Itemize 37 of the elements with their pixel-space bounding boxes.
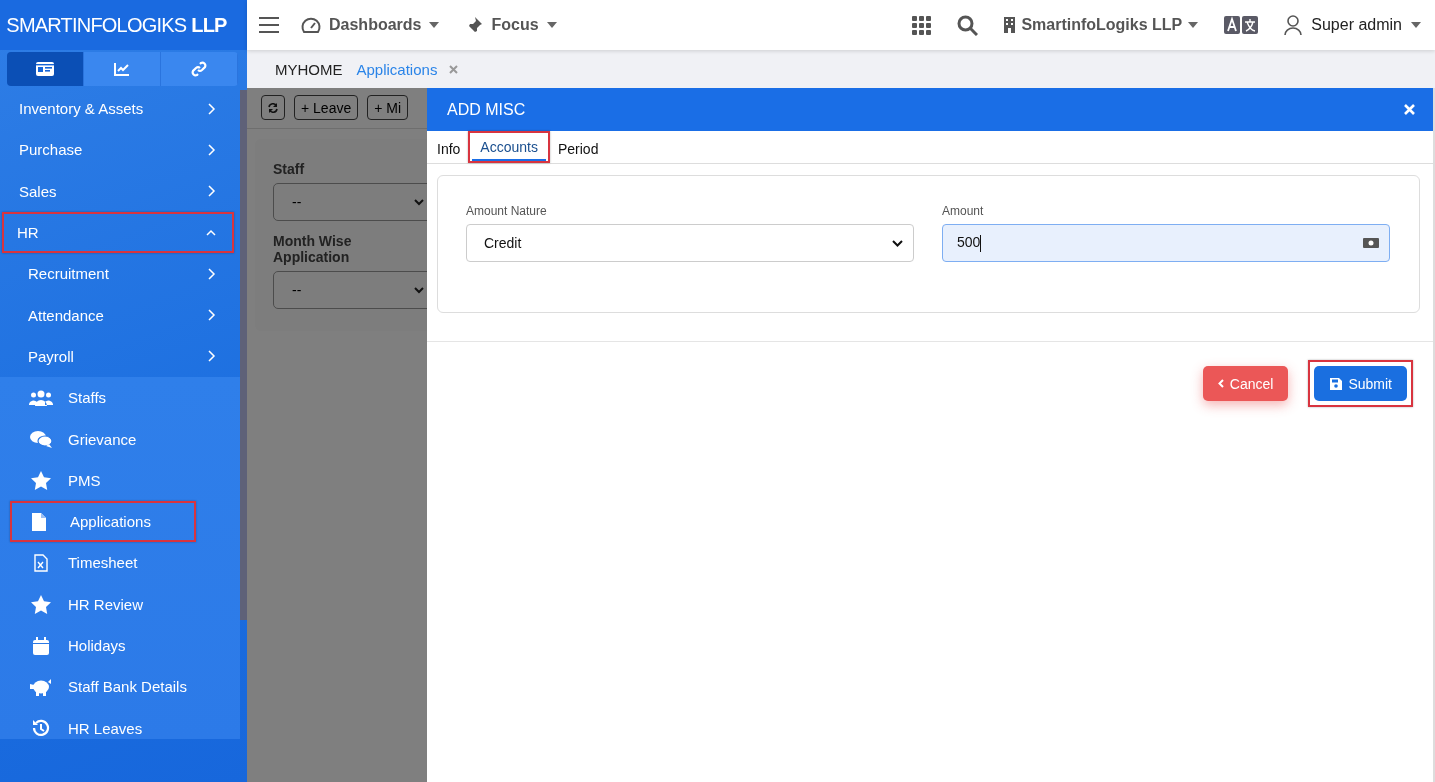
user-menu[interactable]: Super admin	[1284, 15, 1421, 35]
add-button[interactable]: + Leave	[294, 95, 359, 120]
sidebar-item[interactable]: Applications	[10, 500, 196, 543]
sidebar-item[interactable]: Attendance	[0, 294, 240, 336]
sidebar-item[interactable]: Inventory & Assets	[0, 88, 240, 130]
sidebar-item[interactable]: HR Review	[0, 583, 240, 625]
sidebar-item[interactable]: Timesheet	[0, 542, 240, 584]
input-field[interactable]: 500	[942, 224, 1390, 262]
sidebar-item[interactable]: PMS	[0, 459, 240, 501]
filter-label: Month Wise Application	[273, 233, 353, 265]
modal-tab[interactable]: Period	[555, 135, 601, 161]
sidebar-item[interactable]: HR	[2, 211, 234, 254]
modal-tab[interactable]: Accounts	[472, 135, 546, 161]
page-tab[interactable]: MYHOME	[275, 60, 343, 78]
cancel-button[interactable]: Cancel	[1202, 366, 1289, 401]
company-selector[interactable]: SmartinfoLogiks LLP	[1004, 16, 1199, 34]
sidebar-item[interactable]: Grievance	[0, 418, 240, 460]
page-tab[interactable]: Applications	[356, 60, 438, 78]
sidebar-item[interactable]: Recruitment	[0, 253, 240, 295]
sidebar-item[interactable]: Holidays	[0, 624, 240, 667]
sidebar-item[interactable]: Purchase	[0, 129, 240, 171]
sidebar-item[interactable]: Staff Bank Details	[0, 666, 240, 708]
filter-label: Staff	[273, 161, 306, 177]
modal-title: ADD MISC	[447, 100, 526, 119]
submit-button[interactable]: Submit	[1314, 366, 1407, 401]
brand-logo: SMARTINFOLOGIKS LLP	[0, 0, 247, 50]
field-label: Amount Nature	[466, 204, 548, 218]
nav-menu[interactable]: Dashboards	[301, 16, 440, 34]
modal-tab[interactable]: Info	[435, 135, 463, 161]
select-field[interactable]: Credit	[466, 224, 914, 262]
field-label: Amount	[942, 204, 985, 218]
sidebar-item[interactable]: Staffs	[0, 377, 240, 419]
add-button[interactable]: + Mi	[367, 95, 409, 120]
nav-menu[interactable]: Focus	[465, 16, 557, 34]
sidebar-item[interactable]: Payroll	[0, 335, 240, 378]
sidebar-item[interactable]: HR Leaves	[0, 707, 240, 749]
sidebar-item[interactable]: Sales	[0, 170, 240, 212]
